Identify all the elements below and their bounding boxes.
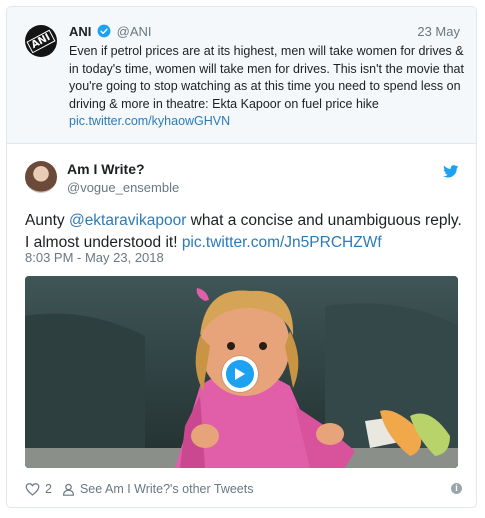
play-icon <box>235 368 245 380</box>
tweet-footer: 2 See Am I Write?'s other Tweets i <box>25 480 462 498</box>
twitter-bird-icon[interactable] <box>443 165 459 178</box>
quoted-tweet-link[interactable]: pic.twitter.com/kyhaowGHVN <box>69 114 230 128</box>
quoted-tweet-body: Even if petrol prices are at its highest… <box>69 44 464 111</box>
quoted-tweet-date[interactable]: 23 May <box>417 23 460 41</box>
quoted-tweet-text: Even if petrol prices are at its highest… <box>69 43 464 131</box>
quoted-tweet[interactable]: ANI ANI @ANI 23 May Even if petrol price… <box>7 7 476 144</box>
tweet-text: Aunty @ektaravikapoor what a concise and… <box>25 210 465 254</box>
play-button[interactable] <box>222 356 258 392</box>
tweet-timestamp[interactable]: 8:03 PM - May 23, 2018 <box>25 250 164 265</box>
tweet-media-link[interactable]: pic.twitter.com/Jn5PRCHZWf <box>182 234 382 251</box>
quoted-author-handle[interactable]: @ANI <box>117 24 152 39</box>
see-other-tweets-link[interactable]: See Am I Write?'s other Tweets <box>80 482 254 496</box>
author-name[interactable]: Am I Write? <box>67 161 145 177</box>
info-icon[interactable]: i <box>451 483 462 494</box>
tweet-video[interactable] <box>25 276 458 468</box>
embedded-tweet-card: ANI ANI @ANI 23 May Even if petrol price… <box>6 6 477 508</box>
heart-icon[interactable] <box>25 482 40 496</box>
person-icon <box>62 483 74 496</box>
quoted-tweet-header: ANI @ANI 23 May <box>69 23 460 41</box>
ani-logo-text: ANI <box>26 29 56 53</box>
author-avatar[interactable] <box>25 161 57 193</box>
quoted-author-name[interactable]: ANI <box>69 24 91 39</box>
verified-icon <box>97 24 111 38</box>
like-count[interactable]: 2 <box>45 482 52 496</box>
ani-avatar[interactable]: ANI <box>25 25 57 57</box>
author-handle[interactable]: @vogue_ensemble <box>67 180 179 195</box>
tweet-text-prefix: Aunty <box>25 212 69 229</box>
mention-link[interactable]: @ektaravikapoor <box>69 212 186 229</box>
